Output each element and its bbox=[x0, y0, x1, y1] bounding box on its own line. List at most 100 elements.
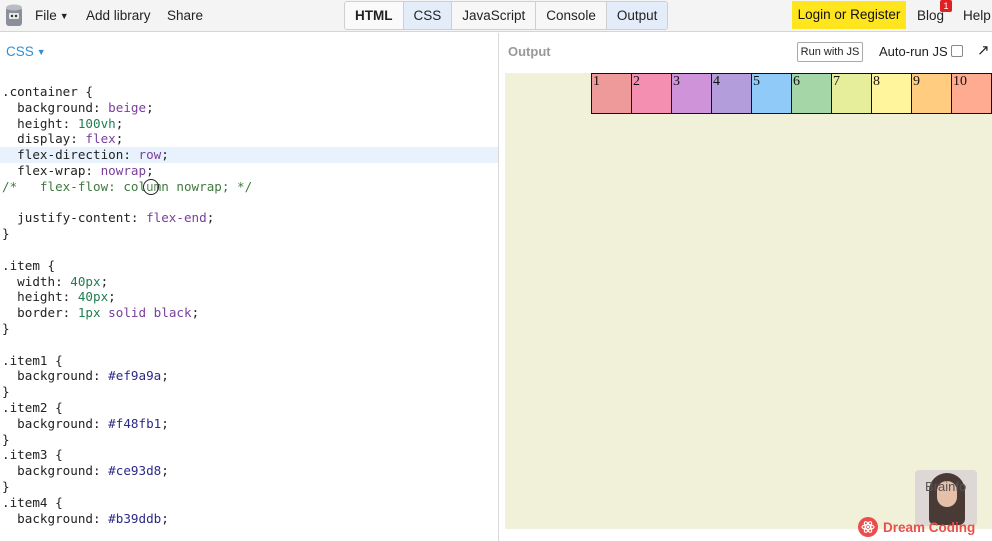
code-token: /* flex-flow: column nowrap; */ bbox=[2, 178, 253, 194]
autorun-label: Auto-run JS bbox=[879, 44, 948, 59]
code-token: height: bbox=[2, 289, 78, 305]
code-token: #ef9a9a bbox=[108, 368, 162, 384]
code-token: } bbox=[2, 226, 10, 242]
file-menu-label: File bbox=[35, 8, 57, 23]
code-line[interactable]: .item1 { bbox=[0, 353, 498, 369]
code-token: ; bbox=[146, 99, 154, 115]
webcam-label: Brainfo bbox=[925, 479, 967, 494]
code-token: ; bbox=[191, 305, 200, 321]
flex-item-3: 3 bbox=[671, 73, 712, 114]
code-token: ; bbox=[206, 210, 215, 226]
code-token: 40px bbox=[77, 289, 109, 305]
code-token: flex-direction: bbox=[2, 147, 139, 163]
code-line[interactable]: .item4 { bbox=[0, 495, 498, 511]
top-bar: File ▼ Add library Share HTML CSS JavaScr… bbox=[0, 0, 992, 32]
code-line[interactable] bbox=[0, 195, 498, 211]
file-menu[interactable]: File ▼ bbox=[35, 8, 69, 23]
login-register-button[interactable]: Login or Register bbox=[792, 1, 906, 29]
code-token: background: bbox=[2, 510, 109, 526]
code-line[interactable]: .container { bbox=[0, 84, 498, 100]
code-token: } bbox=[2, 384, 10, 400]
tab-html[interactable]: HTML bbox=[345, 2, 404, 29]
flex-item-2: 2 bbox=[631, 73, 672, 114]
tab-javascript[interactable]: JavaScript bbox=[452, 2, 537, 29]
code-line[interactable]: } bbox=[0, 384, 498, 400]
code-token: } bbox=[2, 431, 10, 447]
code-line[interactable]: } bbox=[0, 479, 498, 495]
autorun-checkbox[interactable] bbox=[951, 45, 963, 57]
code-line[interactable]: height: 40px; bbox=[0, 289, 498, 305]
flex-item-9: 9 bbox=[911, 73, 952, 114]
run-with-js-button[interactable]: Run with JS bbox=[797, 42, 863, 62]
code-token: ; bbox=[146, 162, 154, 178]
expand-arrow-icon[interactable]: ↗ bbox=[977, 41, 990, 59]
code-token: ; bbox=[115, 131, 124, 147]
help-link[interactable]: Help bbox=[963, 8, 991, 23]
css-editor-pane: CSS ▼ .container { background: beige; hei… bbox=[0, 33, 498, 541]
code-token: flex-wrap: bbox=[2, 162, 101, 178]
atom-logo-icon bbox=[858, 517, 878, 537]
code-token: border: bbox=[2, 305, 78, 321]
code-line[interactable]: background: #ef9a9a; bbox=[0, 368, 498, 384]
code-line[interactable]: width: 40px; bbox=[0, 274, 498, 290]
code-token: } bbox=[2, 478, 10, 494]
jsbin-logo-icon[interactable] bbox=[4, 3, 24, 28]
code-line[interactable]: flex-wrap: nowrap; bbox=[0, 163, 498, 179]
code-line[interactable]: display: flex; bbox=[0, 131, 498, 147]
output-title: Output bbox=[508, 44, 551, 59]
code-line[interactable]: height: 100vh; bbox=[0, 116, 498, 132]
code-line[interactable]: background: #b39ddb; bbox=[0, 511, 498, 527]
code-token: height: bbox=[2, 115, 78, 131]
share-menu[interactable]: Share bbox=[167, 8, 203, 23]
code-token: background: bbox=[2, 99, 109, 115]
css-code-editor[interactable]: .container { background: beige; height: … bbox=[0, 84, 498, 526]
code-token: background: bbox=[2, 368, 109, 384]
code-line[interactable]: } bbox=[0, 432, 498, 448]
flex-container: 1 2 3 4 5 6 7 8 9 10 bbox=[591, 73, 992, 114]
code-token: ; bbox=[161, 510, 169, 526]
code-token: .item2 { bbox=[2, 399, 63, 415]
code-token: } bbox=[2, 320, 10, 336]
code-line[interactable]: flex-direction: row; bbox=[0, 147, 498, 163]
tab-output[interactable]: Output bbox=[606, 2, 668, 29]
code-token: ; bbox=[161, 368, 169, 384]
code-token: #ce93d8 bbox=[108, 463, 162, 479]
code-token: .container { bbox=[2, 84, 93, 99]
code-line[interactable]: background: beige; bbox=[0, 100, 498, 116]
tab-css[interactable]: CSS bbox=[403, 2, 453, 29]
code-token: flex-end bbox=[146, 210, 207, 226]
code-token: width: bbox=[2, 273, 71, 289]
css-language-label: CSS bbox=[6, 44, 34, 59]
code-token: flex bbox=[85, 131, 116, 147]
panel-tabs: HTML CSS JavaScript Console Output bbox=[344, 1, 669, 30]
tab-console[interactable]: Console bbox=[536, 2, 607, 29]
code-line[interactable]: } bbox=[0, 321, 498, 337]
code-token: nowrap bbox=[100, 162, 147, 178]
code-line[interactable]: /* flex-flow: column nowrap; */ bbox=[0, 179, 498, 195]
code-line[interactable]: background: #f48fb1; bbox=[0, 416, 498, 432]
code-line[interactable]: .item2 { bbox=[0, 400, 498, 416]
code-token: .item { bbox=[2, 257, 56, 273]
code-token: .item1 { bbox=[2, 352, 63, 368]
code-line[interactable]: justify-content: flex-end; bbox=[0, 210, 498, 226]
code-token: 40px bbox=[70, 273, 101, 289]
code-token: 1px bbox=[77, 305, 101, 321]
flex-item-4: 4 bbox=[711, 73, 752, 114]
code-line[interactable]: .item3 { bbox=[0, 447, 498, 463]
code-token: .item4 { bbox=[2, 494, 63, 510]
css-language-dropdown[interactable]: CSS ▼ bbox=[6, 44, 46, 59]
code-token: 100vh bbox=[77, 115, 116, 131]
code-line[interactable] bbox=[0, 337, 498, 353]
code-token: background: bbox=[2, 415, 109, 431]
code-token: #b39ddb bbox=[108, 510, 162, 526]
add-library-menu[interactable]: Add library bbox=[86, 8, 151, 23]
code-line[interactable]: } bbox=[0, 226, 498, 242]
code-token: #f48fb1 bbox=[108, 415, 162, 431]
flex-item-5: 5 bbox=[751, 73, 792, 114]
code-line[interactable]: .item { bbox=[0, 258, 498, 274]
code-line[interactable]: border: 1px solid black; bbox=[0, 305, 498, 321]
flex-item-10: 10 bbox=[951, 73, 992, 114]
code-line[interactable] bbox=[0, 242, 498, 258]
channel-watermark: Dream Coding bbox=[858, 517, 975, 537]
code-line[interactable]: background: #ce93d8; bbox=[0, 463, 498, 479]
